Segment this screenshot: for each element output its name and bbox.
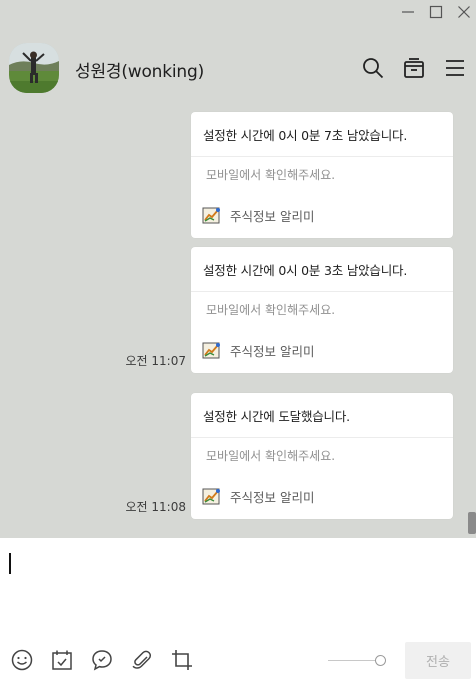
slider-knob[interactable] <box>375 655 386 666</box>
message-card[interactable]: 설정한 시간에 0시 0분 3초 남았습니다. 모바일에서 확인해주세요. 주식… <box>191 247 453 373</box>
stock-app-icon <box>202 340 222 360</box>
stock-app-icon <box>202 205 222 225</box>
app-name: 주식정보 알리미 <box>230 343 315 359</box>
slider-track <box>328 660 380 661</box>
chat-header: 성원경(wonking) <box>0 40 476 98</box>
message-timestamp: 오전 11:08 <box>125 500 186 514</box>
chat-title: 성원경(wonking) <box>75 62 204 82</box>
chat-area: 성원경(wonking) 설정한 시간에 0시 0분 7초 남았습니다. 모바일… <box>0 0 476 538</box>
inbox-icon[interactable] <box>402 56 425 79</box>
menu-icon[interactable] <box>443 56 466 79</box>
paperclip-icon[interactable] <box>130 648 154 672</box>
message-subtitle: 모바일에서 확인해주세요. <box>206 449 336 463</box>
message-card[interactable]: 설정한 시간에 도달했습니다. 모바일에서 확인해주세요. 주식정보 알리미 <box>191 393 453 519</box>
message-footer: 주식정보 알리미 <box>191 192 453 238</box>
window-controls <box>400 4 472 20</box>
message-title: 설정한 시간에 0시 0분 3초 남았습니다. <box>191 247 453 292</box>
app-name: 주식정보 알리미 <box>230 208 315 224</box>
input-area: 전송 <box>0 538 476 688</box>
font-size-slider[interactable] <box>328 654 388 666</box>
send-button[interactable]: 전송 <box>405 642 471 679</box>
message-row: 설정한 시간에 0시 0분 7초 남았습니다. 모바일에서 확인해주세요. 주식… <box>191 112 453 238</box>
message-subtitle: 모바일에서 확인해주세요. <box>206 168 336 182</box>
message-row: 오전 11:08 설정한 시간에 도달했습니다. 모바일에서 확인해주세요. 주… <box>126 393 453 519</box>
app-name: 주식정보 알리미 <box>230 489 315 505</box>
scrollbar-thumb[interactable] <box>468 512 476 534</box>
close-icon[interactable] <box>456 4 472 20</box>
avatar[interactable] <box>9 43 59 93</box>
text-caret <box>9 553 11 574</box>
chat-window: 성원경(wonking) 설정한 시간에 0시 0분 7초 남았습니다. 모바일… <box>0 0 476 688</box>
message-list[interactable]: 설정한 시간에 0시 0분 7초 남았습니다. 모바일에서 확인해주세요. 주식… <box>0 112 476 532</box>
message-row: 오전 11:07 설정한 시간에 0시 0분 3초 남았습니다. 모바일에서 확… <box>126 247 453 373</box>
message-input[interactable] <box>8 550 468 630</box>
message-title: 설정한 시간에 도달했습니다. <box>191 393 453 438</box>
input-toolbar <box>10 648 194 672</box>
search-icon[interactable] <box>361 56 384 79</box>
chat-bubble-icon[interactable] <box>90 648 114 672</box>
message-title: 설정한 시간에 0시 0분 7초 남았습니다. <box>191 112 453 157</box>
message-card[interactable]: 설정한 시간에 0시 0분 7초 남았습니다. 모바일에서 확인해주세요. 주식… <box>191 112 453 238</box>
emoji-icon[interactable] <box>10 648 34 672</box>
message-subtitle: 모바일에서 확인해주세요. <box>206 303 336 317</box>
message-timestamp: 오전 11:07 <box>125 354 186 368</box>
message-footer: 주식정보 알리미 <box>191 327 453 373</box>
minimize-icon[interactable] <box>400 4 416 20</box>
maximize-icon[interactable] <box>428 4 444 20</box>
calendar-icon[interactable] <box>50 648 74 672</box>
header-actions <box>361 56 466 79</box>
message-footer: 주식정보 알리미 <box>191 473 453 519</box>
stock-app-icon <box>202 486 222 506</box>
crop-icon[interactable] <box>170 648 194 672</box>
